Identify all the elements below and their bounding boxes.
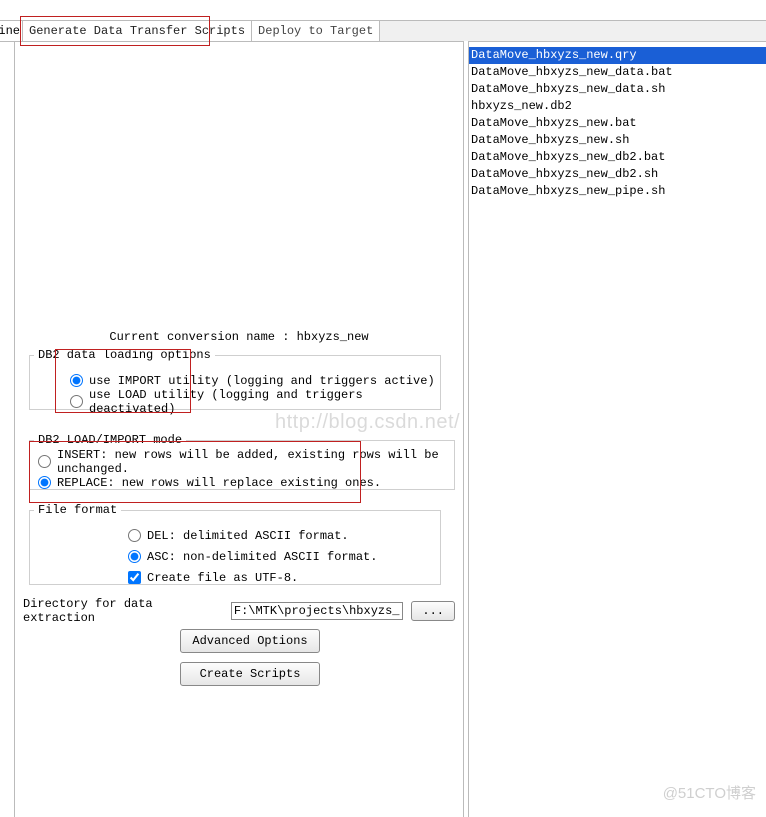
file-item[interactable]: DataMove_hbxyzs_new.sh (469, 132, 766, 149)
file-item[interactable]: DataMove_hbxyzs_new.qry (469, 47, 766, 64)
group-mode-legend: DB2 LOAD/IMPORT mode (34, 433, 186, 447)
check-utf8-label: Create file as UTF-8. (147, 571, 298, 585)
radio-replace-label: REPLACE: new rows will replace existing … (57, 476, 381, 490)
file-item[interactable]: DataMove_hbxyzs_new_pipe.sh (469, 183, 766, 200)
file-item[interactable]: DataMove_hbxyzs_new_db2.sh (469, 166, 766, 183)
right-panel: DataMove_hbxyzs_new.qry DataMove_hbxyzs_… (469, 41, 766, 817)
create-scripts-button[interactable]: Create Scripts (180, 662, 320, 686)
radio-import[interactable] (70, 374, 83, 387)
directory-row: Directory for data extraction ... (23, 597, 455, 625)
directory-input[interactable] (231, 602, 404, 620)
radio-insert-row[interactable]: INSERT: new rows will be added, existing… (30, 451, 454, 472)
file-item[interactable]: hbxyzs_new.db2 (469, 98, 766, 115)
radio-replace[interactable] (38, 476, 51, 489)
advanced-options-button[interactable]: Advanced Options (180, 629, 320, 653)
radio-load[interactable] (70, 395, 83, 408)
group-file-format: File format DEL: delimited ASCII format.… (29, 503, 441, 585)
radio-del-label: DEL: delimited ASCII format. (147, 529, 349, 543)
group-db2-loading-legend: DB2 data loading options (34, 348, 215, 362)
tab-generate-scripts[interactable]: Generate Data Transfer Scripts (23, 21, 252, 41)
radio-asc-row[interactable]: ASC: non-delimited ASCII format. (30, 546, 440, 567)
file-item[interactable]: DataMove_hbxyzs_new_data.bat (469, 64, 766, 81)
tab-leftover: ine (0, 21, 23, 41)
main-area: Current conversion name : hbxyzs_new DB2… (14, 41, 766, 817)
radio-load-row[interactable]: use LOAD utility (logging and triggers d… (30, 391, 440, 412)
group-db2-loading: DB2 data loading options use IMPORT util… (29, 348, 441, 410)
radio-import-label: use IMPORT utility (logging and triggers… (89, 374, 435, 388)
radio-asc[interactable] (128, 550, 141, 563)
browse-button[interactable]: ... (411, 601, 455, 621)
check-utf8[interactable] (128, 571, 141, 584)
left-panel: Current conversion name : hbxyzs_new DB2… (14, 41, 463, 817)
radio-del[interactable] (128, 529, 141, 542)
radio-asc-label: ASC: non-delimited ASCII format. (147, 550, 377, 564)
file-item[interactable]: DataMove_hbxyzs_new_db2.bat (469, 149, 766, 166)
group-mode: DB2 LOAD/IMPORT mode INSERT: new rows wi… (29, 433, 455, 490)
file-list: DataMove_hbxyzs_new.qry DataMove_hbxyzs_… (469, 47, 766, 200)
conversion-name-label: Current conversion name : hbxyzs_new (15, 330, 463, 344)
check-utf8-row[interactable]: Create file as UTF-8. (30, 567, 440, 588)
radio-insert[interactable] (38, 455, 51, 468)
radio-del-row[interactable]: DEL: delimited ASCII format. (30, 525, 440, 546)
radio-load-label: use LOAD utility (logging and triggers d… (89, 388, 440, 416)
radio-insert-label: INSERT: new rows will be added, existing… (57, 448, 454, 476)
group-file-format-legend: File format (34, 503, 121, 517)
tab-bar: ine Generate Data Transfer Scripts Deplo… (0, 20, 766, 42)
directory-label: Directory for data extraction (23, 597, 223, 625)
file-item[interactable]: DataMove_hbxyzs_new_data.sh (469, 81, 766, 98)
file-item[interactable]: DataMove_hbxyzs_new.bat (469, 115, 766, 132)
tab-deploy-target[interactable]: Deploy to Target (252, 21, 380, 41)
